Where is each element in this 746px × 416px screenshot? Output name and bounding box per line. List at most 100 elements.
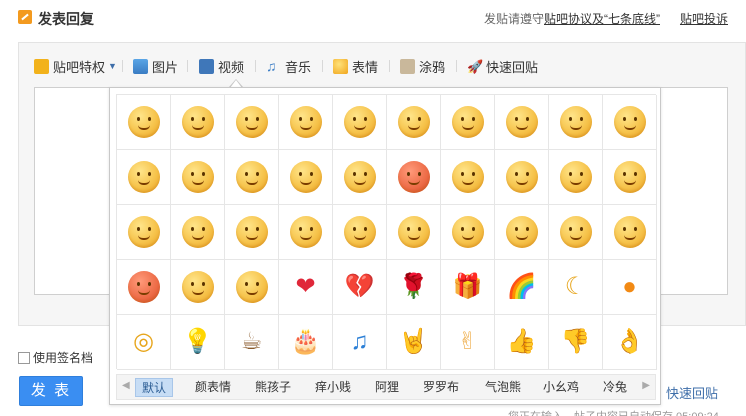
sweat-face-icon [505, 106, 538, 138]
emoji-tab[interactable]: 熊孩子 [249, 378, 297, 397]
shy-face-icon [127, 161, 160, 193]
toolbar-video-label: 视频 [218, 59, 245, 75]
toolbar-divider [122, 60, 123, 72]
lightbulb-icon: 💡 [182, 328, 213, 355]
emoji-cell[interactable] [171, 150, 225, 205]
emoji-cell[interactable] [279, 205, 333, 260]
emoji-cell[interactable] [225, 205, 279, 260]
emoji-cell[interactable] [225, 260, 279, 315]
emoji-cell[interactable] [333, 205, 387, 260]
toolbar-video-button[interactable]: 视频 [199, 57, 244, 75]
toolbar-quick-reply-label: 快速回贴 [486, 59, 539, 75]
emoji-cell[interactable] [441, 150, 495, 205]
broken-heart-icon: 💔 [344, 273, 375, 300]
emoji-cell[interactable] [117, 205, 171, 260]
emoji-cell[interactable] [117, 150, 171, 205]
yawn-face-icon [289, 216, 322, 248]
emoji-cell[interactable] [279, 95, 333, 150]
emoji-cell[interactable]: 🌈 [495, 260, 549, 315]
emoji-cell[interactable] [333, 150, 387, 205]
emoji-cell[interactable] [171, 95, 225, 150]
emoji-cell[interactable]: 🤘 [387, 315, 441, 370]
emoji-tab[interactable]: 默认 [135, 378, 174, 397]
emoji-cell[interactable] [603, 95, 657, 150]
emoji-tab[interactable]: 颜表情 [189, 378, 237, 397]
post-rules-link[interactable]: 贴吧协议及“七条底线” [544, 12, 660, 26]
emoji-tab[interactable]: 气泡熊 [479, 378, 527, 397]
emoji-cell[interactable]: ◎ [117, 315, 171, 370]
autosave-hint: 您正在输入，帖子内容已自动保存 05:09:24 [508, 408, 719, 416]
emoji-cell[interactable] [171, 205, 225, 260]
emoji-cell[interactable] [387, 150, 441, 205]
emoji-cell[interactable] [603, 150, 657, 205]
emoji-cell[interactable]: 👌 [603, 315, 657, 370]
emoji-tab[interactable]: 罗罗布 [417, 378, 465, 397]
toolbar-music-button[interactable]: ♫ 音乐 [266, 57, 311, 75]
emoji-cell[interactable] [225, 150, 279, 205]
emoji-cell[interactable] [333, 95, 387, 150]
edit-icon [18, 10, 32, 24]
emoji-cell[interactable] [225, 95, 279, 150]
emoji-cell[interactable] [117, 260, 171, 315]
thumbs-down-icon: 👎 [560, 328, 591, 355]
emoji-cell[interactable]: 👎 [549, 315, 603, 370]
emoji-cell[interactable]: 🎂 [279, 315, 333, 370]
emoji-tab[interactable]: 小幺鸡 [537, 378, 585, 397]
sleepy-face-icon [559, 216, 592, 248]
sad-face-icon [181, 161, 214, 193]
toolbar-quick-reply-button[interactable]: 🚀 快速回贴 [467, 57, 538, 75]
toolbar-divider [456, 60, 457, 72]
toolbar-picture-button[interactable]: 图片 [133, 57, 178, 75]
facepalm-face-icon [235, 161, 268, 193]
emoji-cell[interactable]: 🌹 [387, 260, 441, 315]
grin-face-icon [181, 106, 214, 138]
emoji-cell[interactable] [171, 260, 225, 315]
emoji-cell[interactable] [549, 150, 603, 205]
emoji-cell[interactable] [279, 150, 333, 205]
puzzled-face-icon [505, 161, 538, 193]
tab-prev-arrow-icon[interactable]: ◀ [122, 380, 130, 391]
emoji-cell[interactable]: ● [603, 260, 657, 315]
grimace-face-icon [235, 216, 268, 248]
emoji-tab[interactable]: 阿狸 [369, 378, 405, 397]
emoji-cell[interactable] [549, 205, 603, 260]
emoji-cell[interactable] [549, 95, 603, 150]
emoji-cell[interactable]: ❤ [279, 260, 333, 315]
emoji-cell[interactable]: ♫ [333, 315, 387, 370]
tab-next-arrow-icon[interactable]: ▶ [642, 380, 650, 391]
complaint-link[interactable]: 贴吧投诉 [680, 10, 728, 27]
toolbar-privileges-button[interactable]: 贴吧特权 ▼ [34, 57, 117, 75]
emoji-cell[interactable] [495, 95, 549, 150]
emoji-cell[interactable]: ✌ [441, 315, 495, 370]
signature-option[interactable]: 使用签名档 [18, 349, 93, 366]
emoji-cell[interactable]: 💔 [333, 260, 387, 315]
emoji-cell[interactable]: 🎁 [441, 260, 495, 315]
smiley-icon [333, 58, 348, 74]
emoji-cell[interactable]: ☾ [549, 260, 603, 315]
signature-checkbox[interactable] [18, 351, 30, 364]
toolbar-paint-button[interactable]: 涂鸦 [400, 57, 445, 75]
money-eyes-face-icon [289, 161, 322, 193]
emoji-cell[interactable]: 👍 [495, 315, 549, 370]
emoji-cell[interactable] [387, 205, 441, 260]
emoji-tab[interactable]: 冷兔 [597, 378, 633, 397]
emoji-cell[interactable] [117, 95, 171, 150]
post-button[interactable]: 发 表 [19, 376, 83, 406]
vomit-face-icon [451, 161, 484, 193]
emoji-cell[interactable]: ☕ [225, 315, 279, 370]
emoji-cell[interactable] [603, 205, 657, 260]
emoji-cell[interactable] [495, 205, 549, 260]
emoji-cell[interactable] [441, 205, 495, 260]
emoji-cell[interactable] [495, 150, 549, 205]
sneeze-face-icon [235, 271, 268, 303]
toolbar-divider [322, 60, 323, 72]
editor-toolbar: 贴吧特权 ▼ 图片 视频 ♫ 音乐 表情 涂鸦 🚀 快速回贴 [19, 43, 745, 87]
content-face-icon [343, 216, 376, 248]
toolbar-emoji-button[interactable]: 表情 [333, 57, 378, 75]
emoji-cell[interactable] [387, 95, 441, 150]
quick-reply-link[interactable]: 快速回贴 [666, 383, 718, 402]
emoji-cell[interactable]: 💡 [171, 315, 225, 370]
emoji-tab[interactable]: 痒小贱 [309, 378, 357, 397]
toolbar-divider [255, 60, 256, 72]
emoji-cell[interactable] [441, 95, 495, 150]
